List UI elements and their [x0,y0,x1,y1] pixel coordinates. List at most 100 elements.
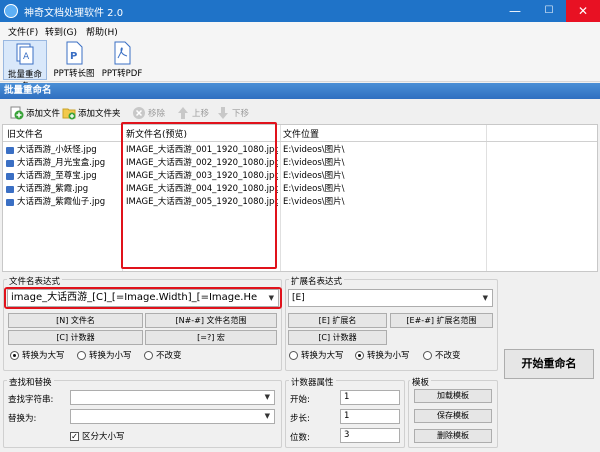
extension-expression-input[interactable]: [E] ▼ [288,289,493,307]
add-folder-button[interactable]: 添加文件夹 [62,105,121,121]
header-divider [3,141,597,142]
save-template-button[interactable]: 保存模板 [414,409,492,423]
radio-label: 转换为大写 [22,351,65,361]
cell-location: E:\videos\图片\ [283,158,345,168]
column-header-location[interactable]: 文件位置 [283,127,319,140]
menu-file[interactable]: 文件(F) [8,25,38,38]
radio-dot [423,350,432,360]
table-row[interactable]: 大话西游_紫霞.jpg IMAGE_大话西游_004_1920_1080.jpg E… [3,183,597,196]
radio-label: 转换为小写 [89,351,132,361]
svg-text:A: A [23,52,30,62]
ribbon-ppt-to-pdf[interactable]: PPT转PDF [100,40,144,80]
add-file-icon [10,106,24,120]
move-up-button[interactable]: 上移 [176,105,209,121]
add-file-label: 添加文件 [26,109,61,119]
find-label: 查找字符串: [8,395,54,405]
cell-location: E:\videos\图片\ [283,184,345,194]
ribbon-ppt-to-long-image[interactable]: P PPT转长图 [52,40,96,80]
cell-location: E:\videos\图片\ [283,171,345,181]
filename-nochange-radio[interactable]: 不改变 [144,349,182,361]
counter-digits-label: 位数: [290,433,310,443]
cell-old-name: 大话西游_至尊宝.jpg [17,171,97,181]
dropdown-arrow-icon[interactable]: ▼ [265,410,270,423]
app-icon [4,4,18,18]
move-down-button[interactable]: 下移 [216,105,249,121]
counter-title: 计数器属性 [289,376,336,388]
table-row[interactable]: 大话西游_小妖怪.jpg IMAGE_大话西游_001_1920_1080.jpg… [3,144,597,157]
menu-help[interactable]: 帮助(H) [86,25,118,38]
radio-dot [144,350,153,360]
find-replace-title: 查找和替换 [7,376,54,388]
insert-filename-button[interactable]: [N] 文件名 [8,313,143,328]
filename-expression-label: 文件名表达式 [7,275,63,287]
window-title: 神奇文档处理软件 2.0 [24,8,124,19]
ext-nochange-radio[interactable]: 不改变 [423,349,461,361]
add-folder-icon [62,108,76,120]
cell-location: E:\videos\图片\ [283,197,345,207]
image-file-icon [6,160,14,167]
image-file-icon [6,147,14,154]
find-string-input[interactable]: ▼ [70,390,275,405]
remove-label: 移除 [148,109,166,119]
radio-label: 转换为大写 [301,351,344,361]
table-row[interactable]: 大话西游_紫霞仙子.jpg IMAGE_大话西游_005_1920_1080.jp… [3,196,597,209]
extension-expression-label: 扩展名表达式 [289,275,345,287]
insert-extension-button[interactable]: [E] 扩展名 [288,313,387,328]
ppt-file-icon: P [66,41,83,65]
close-button[interactable]: ✕ [566,0,600,22]
counter-start-input[interactable]: 1 [340,390,400,405]
expression-highlight [4,287,282,309]
filename-lowercase-radio[interactable]: 转换为小写 [77,349,132,361]
ext-uppercase-radio[interactable]: 转换为大写 [289,349,344,361]
insert-filename-range-button[interactable]: [N#-#] 文件名范围 [145,313,277,328]
remove-button[interactable]: 移除 [132,105,165,121]
add-file-button[interactable]: 添加文件 [10,105,60,121]
arrow-down-icon [218,107,228,119]
cell-location: E:\videos\图片\ [283,145,345,155]
dropdown-arrow-icon[interactable]: ▼ [483,290,488,306]
ext-lowercase-radio[interactable]: 转换为小写 [355,349,410,361]
counter-step-label: 步长: [290,414,310,424]
cell-old-name: 大话西游_紫霞.jpg [17,184,89,194]
insert-counter-button[interactable]: [C] 计数器 [8,330,143,345]
radio-label: 不改变 [435,351,461,361]
case-sensitive-checkbox[interactable]: ✓ 区分大小写 [70,430,125,442]
insert-ext-counter-button[interactable]: [C] 计数器 [288,330,387,345]
start-rename-button[interactable]: 开始重命名 [504,349,594,379]
radio-dot [77,350,86,360]
move-down-label: 下移 [232,109,250,119]
dropdown-arrow-icon[interactable]: ▼ [265,391,270,404]
image-file-icon [6,186,14,193]
table-row[interactable]: 大话西游_至尊宝.jpg IMAGE_大话西游_003_1920_1080.jpg… [3,170,597,183]
column-header-old-name[interactable]: 旧文件名 [7,127,43,140]
template-title: 模板 [410,376,432,388]
counter-step-input[interactable]: 1 [340,409,400,424]
load-template-button[interactable]: 加载模板 [414,389,492,403]
move-up-label: 上移 [192,109,210,119]
table-row[interactable]: 大话西游_月光宝盒.jpg IMAGE_大话西游_002_1920_1080.jp… [3,157,597,170]
menu-goto[interactable]: 转到(G) [45,25,77,38]
minimize-button[interactable]: — [498,0,532,22]
batch-rename-icon: A [16,43,34,65]
cell-old-name: 大话西游_月光宝盒.jpg [17,158,106,168]
ribbon-label: PPT转PDF [101,69,143,79]
counter-digits-input[interactable]: 3 [340,428,400,443]
maximize-button[interactable]: ☐ [532,0,566,22]
image-file-icon [6,199,14,206]
arrow-up-icon [178,107,188,119]
radio-dot [10,350,19,360]
cell-old-name: 大话西游_小妖怪.jpg [17,145,97,155]
replace-input[interactable]: ▼ [70,409,275,424]
image-file-icon [6,173,14,180]
preview-highlight [121,122,277,269]
file-table[interactable]: 旧文件名 新文件名(预览) 文件位置 大话西游_小妖怪.jpg IMAGE_大话西… [2,124,598,272]
ribbon-batch-rename[interactable]: A 批量重命名 [3,40,47,92]
insert-macro-button[interactable]: [=?] 宏 [145,330,277,345]
radio-label: 转换为小写 [367,351,410,361]
radio-label: 不改变 [156,351,182,361]
delete-template-button[interactable]: 删除模板 [414,429,492,443]
checkbox-check-icon: ✓ [70,431,79,441]
insert-extension-range-button[interactable]: [E#-#] 扩展名范围 [390,313,493,328]
filename-uppercase-radio[interactable]: 转换为大写 [10,349,65,361]
case-sensitive-label: 区分大小写 [82,432,125,442]
